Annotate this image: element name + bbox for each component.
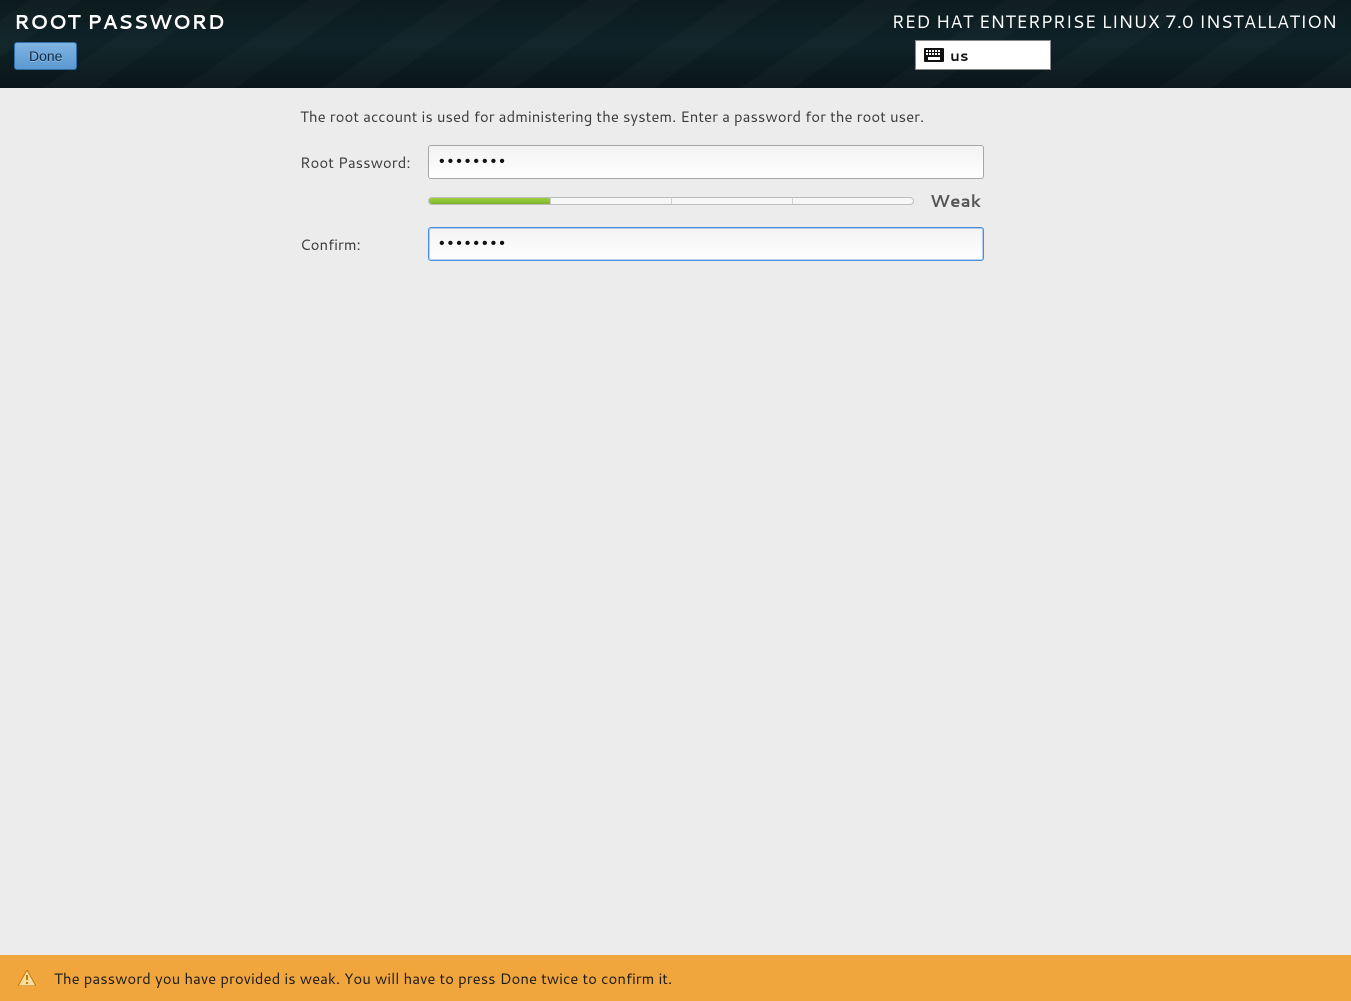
root-password-input[interactable] bbox=[428, 145, 984, 179]
password-strength-row: Weak bbox=[428, 189, 1000, 213]
password-strength-bar bbox=[428, 197, 914, 205]
root-password-row: Root Password: bbox=[300, 145, 1000, 179]
content-area: The root account is used for administeri… bbox=[0, 88, 1351, 955]
page-title: ROOT PASSWORD bbox=[14, 8, 225, 36]
installer-title: RED HAT ENTERPRISE LINUX 7.0 INSTALLATIO… bbox=[892, 8, 1337, 34]
description-text: The root account is used for administeri… bbox=[300, 106, 1000, 127]
confirm-password-input[interactable] bbox=[428, 227, 984, 261]
header-right: RED HAT ENTERPRISE LINUX 7.0 INSTALLATIO… bbox=[892, 8, 1337, 70]
header-bar: ROOT PASSWORD Done RED HAT ENTERPRISE LI… bbox=[0, 0, 1351, 88]
form-container: The root account is used for administeri… bbox=[300, 106, 1000, 261]
keyboard-icon bbox=[924, 48, 944, 62]
confirm-password-row: Confirm: bbox=[300, 227, 1000, 261]
header-left: ROOT PASSWORD Done bbox=[14, 8, 225, 70]
confirm-password-label: Confirm: bbox=[300, 234, 428, 255]
warning-icon bbox=[18, 970, 36, 986]
keyboard-layout-indicator[interactable]: us bbox=[915, 40, 1051, 70]
warning-bar: The password you have provided is weak. … bbox=[0, 955, 1351, 1001]
password-strength-fill bbox=[429, 198, 550, 204]
password-strength-label: Weak bbox=[930, 189, 981, 213]
warning-message: The password you have provided is weak. … bbox=[54, 968, 672, 989]
keyboard-layout-label: us bbox=[950, 45, 968, 66]
root-password-label: Root Password: bbox=[300, 152, 428, 173]
done-button[interactable]: Done bbox=[14, 42, 77, 70]
